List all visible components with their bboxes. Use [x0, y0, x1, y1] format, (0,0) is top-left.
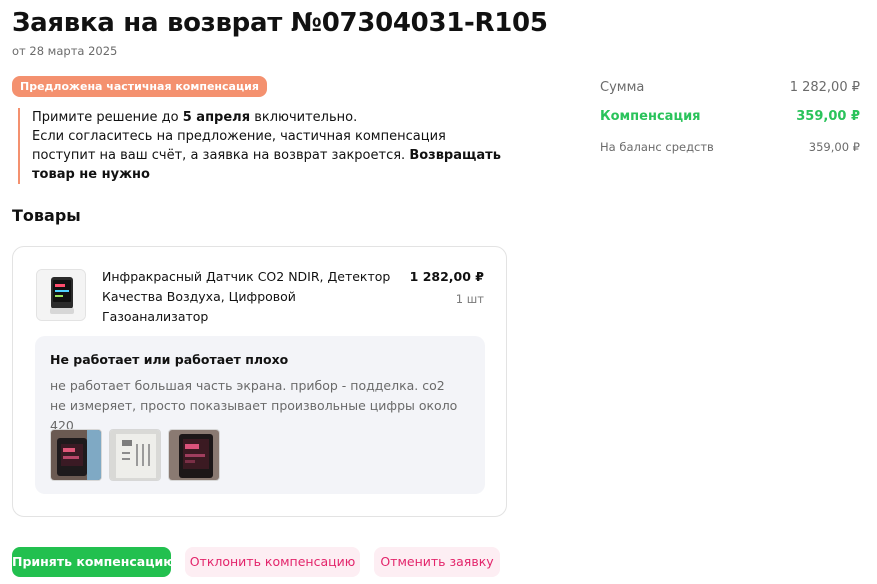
photo-screen-image — [169, 430, 219, 480]
attached-photo-1[interactable] — [50, 429, 102, 481]
photo-box-image — [110, 430, 160, 480]
summary-row-compensation: Компенсация 359,00 ₽ — [600, 109, 860, 138]
notice-prefix: Примите решение до — [32, 110, 183, 125]
page-title: Заявка на возврат №07304031-R105 — [12, 8, 548, 38]
product-card: Инфракрасный Датчик CO2 NDIR, Детектор К… — [12, 246, 507, 517]
decision-notice: Примите решение до 5 апреля включительно… — [18, 108, 508, 184]
return-reason-box: Не работает или работает плохо не работа… — [35, 336, 485, 494]
notice-suffix: включительно. — [250, 110, 358, 125]
product-price: 1 282,00 ₽ — [409, 269, 484, 284]
summary-value: 359,00 ₽ — [808, 140, 860, 154]
summary-label: На баланс средств — [600, 140, 714, 154]
summary-value: 1 282,00 ₽ — [789, 80, 860, 95]
cancel-request-button[interactable]: Отменить заявку — [374, 547, 500, 577]
decline-compensation-button[interactable]: Отклонить компенсацию — [185, 547, 360, 577]
attached-photo-3[interactable] — [168, 429, 220, 481]
product-quantity: 1 шт — [455, 292, 484, 306]
accept-compensation-button[interactable]: Принять компенсацию — [12, 547, 175, 577]
product-thumbnail[interactable] — [36, 269, 86, 321]
request-date: от 28 марта 2025 — [12, 44, 118, 58]
notice-body: Если согласитесь на предложение, частичн… — [32, 129, 446, 163]
reason-title: Не работает или работает плохо — [50, 352, 289, 367]
products-section-title: Товары — [12, 206, 81, 225]
attached-photos — [50, 429, 220, 481]
photo-device-image — [51, 430, 101, 480]
reason-text: не работает большая часть экрана. прибор… — [50, 378, 458, 433]
summary-label: Сумма — [600, 80, 645, 95]
co2-sensor-image — [37, 270, 85, 320]
summary-panel: Сумма 1 282,00 ₽ Компенсация 359,00 ₽ На… — [600, 80, 860, 167]
summary-row-total: Сумма 1 282,00 ₽ — [600, 80, 860, 109]
summary-value: 359,00 ₽ — [796, 109, 860, 124]
summary-row-balance: На баланс средств 359,00 ₽ — [600, 138, 860, 167]
notice-deadline: 5 апреля — [182, 110, 251, 125]
attached-photo-2[interactable] — [109, 429, 161, 481]
status-badge: Предложена частичная компенсация — [12, 76, 267, 97]
product-name[interactable]: Инфракрасный Датчик CO2 NDIR, Детектор К… — [102, 267, 402, 327]
summary-label: Компенсация — [600, 109, 701, 124]
